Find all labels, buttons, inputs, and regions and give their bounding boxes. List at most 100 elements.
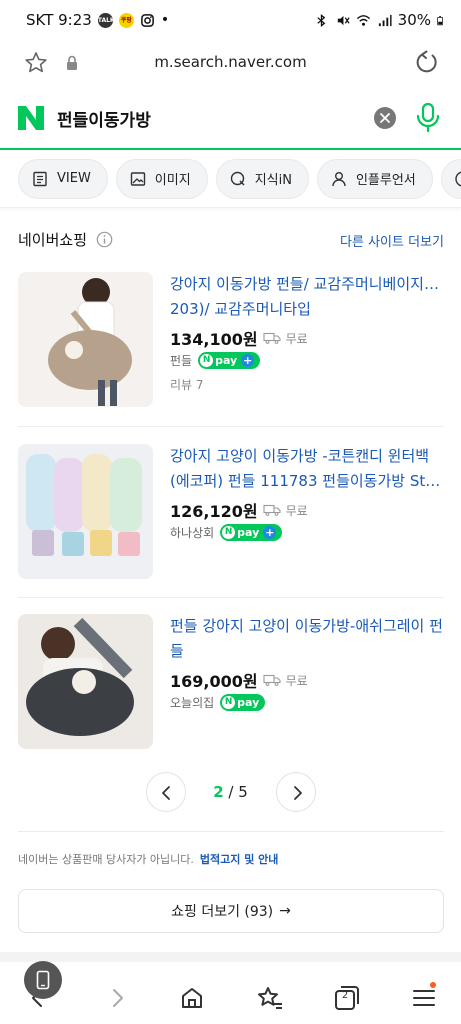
product-item[interactable]: 강아지 고양이 이동가방 -코튼캔디 윈터백 (에코퍼) 펀들 111783 펀… <box>18 444 444 584</box>
voice-search-mic-icon[interactable] <box>414 102 442 134</box>
review-count[interactable]: 리뷰 7 <box>170 376 204 393</box>
instagram-icon <box>140 13 154 27</box>
seller-name[interactable]: 오늘의집 <box>170 694 214 711</box>
npay-badge: N pay + <box>198 352 261 369</box>
naver-logo[interactable] <box>16 104 46 132</box>
seller-row: 펀들 N pay + <box>170 352 261 369</box>
product-title-line: 강아지 이동가방 펀들/ 교감주머니베이지(FC <box>170 275 444 293</box>
tabs-button[interactable]: 2 <box>333 984 361 1012</box>
status-bar: SKT 9:23 TALK 쿠팡 • 30% <box>0 0 461 40</box>
product-title-line: 들 <box>170 642 184 660</box>
search-bar: 펀들이동가방 <box>0 86 461 150</box>
forward-icon[interactable] <box>103 984 131 1012</box>
info-icon[interactable] <box>96 231 113 248</box>
tab-label: 이미지 <box>154 173 191 188</box>
seller-row: 하나상회 N pay + <box>170 524 283 541</box>
document-icon <box>33 171 47 186</box>
product-photo-sling-bag-beige <box>18 272 153 407</box>
product-price: 169,000원 <box>170 672 258 691</box>
url-bar: m.search.naver.com <box>0 40 461 86</box>
npay-plus-icon: + <box>263 526 277 539</box>
coupang-notification-icon: 쿠팡 <box>118 12 134 28</box>
play-icon <box>455 171 461 186</box>
product-title-line: 강아지 고양이 이동가방 -코튼캔디 윈터백 <box>170 447 430 465</box>
tab-label: 지식iN <box>254 173 292 188</box>
product-thumbnail[interactable] <box>18 614 153 749</box>
price-row: 134,100원 무료 <box>170 326 308 350</box>
tab-kin[interactable]: 지식iN <box>215 158 309 199</box>
shopping-disclaimer: 네이버는 상품판매 당사자가 아닙니다. 법적고지 및 안내 <box>18 851 278 867</box>
tab-view[interactable]: VIEW <box>18 158 108 199</box>
bookmarks-star-icon[interactable] <box>256 984 284 1012</box>
pagination: 2 / 5 <box>0 772 461 814</box>
tab-influencer[interactable]: 인플루언서 <box>316 158 433 199</box>
seller-name[interactable]: 하나상회 <box>170 524 214 541</box>
q-icon <box>230 171 245 186</box>
shopping-more-label: 쇼핑 더보기 (93) <box>171 904 274 920</box>
more-notifications-dot: • <box>160 12 170 28</box>
product-title[interactable]: 펀들 강아지 고양이 이동가방-애쉬그레이 펀 들 <box>170 614 444 664</box>
page-indicator: 2 / 5 <box>0 783 461 801</box>
npay-badge: N pay + <box>220 524 283 541</box>
phone-icon <box>36 970 50 990</box>
notification-dot <box>430 982 436 988</box>
wifi-icon <box>356 14 370 26</box>
npay-n-icon: N <box>222 526 236 539</box>
product-thumbnail[interactable] <box>18 272 153 407</box>
product-photo-cotton-candy-bags <box>18 444 153 579</box>
free-shipping-label: 무료 <box>285 503 308 518</box>
reload-icon[interactable] <box>413 49 441 77</box>
tab-label: 인플루언서 <box>355 173 416 188</box>
npay-label: pay <box>237 696 260 709</box>
disclaimer-text: 네이버는 상품판매 당사자가 아닙니다. <box>18 853 194 866</box>
product-title[interactable]: 강아지 이동가방 펀들/ 교감주머니베이지(FC 203)/ 교감주머니타입 <box>170 272 444 322</box>
more-sites-link[interactable]: 다른 사이트 더보기 <box>340 231 444 250</box>
search-tabs: VIEW 이미지 지식iN 인플루언서 동영 <box>0 150 461 208</box>
total-pages: 5 <box>238 783 248 801</box>
seller-row: 오늘의집 N pay <box>170 694 266 711</box>
browser-bottom-nav: 2 <box>0 962 461 1024</box>
carrier-time: SKT 9:23 <box>26 11 92 29</box>
home-icon[interactable] <box>178 984 206 1012</box>
product-item[interactable]: 펀들 강아지 고양이 이동가방-애쉬그레이 펀 들 169,000원 무료 오늘… <box>18 614 444 754</box>
product-price: 126,120원 <box>170 502 258 521</box>
npay-label: pay <box>215 354 238 367</box>
section-divider <box>18 831 444 832</box>
status-right: 30% <box>314 11 447 29</box>
tab-video[interactable]: 동영 <box>440 158 461 199</box>
product-title[interactable]: 강아지 고양이 이동가방 -코튼캔디 윈터백 (에코퍼) 펀들 111783 펀… <box>170 444 444 494</box>
npay-label: pay <box>237 526 260 539</box>
seller-name[interactable]: 펀들 <box>170 352 192 369</box>
free-shipping-label: 무료 <box>285 673 308 688</box>
price-row: 169,000원 무료 <box>170 668 308 692</box>
shopping-more-button[interactable]: 쇼핑 더보기 (93) → <box>18 889 444 933</box>
tab-image[interactable]: 이미지 <box>115 158 208 199</box>
delivery-truck-icon <box>263 674 281 686</box>
page: SKT 9:23 TALK 쿠팡 • 30% m.search.naver.co… <box>0 0 461 1024</box>
delivery-truck-icon <box>263 504 281 516</box>
product-divider <box>18 426 444 427</box>
battery-icon <box>437 15 443 25</box>
npay-badge: N pay <box>220 694 266 711</box>
legal-notice-link[interactable]: 법적고지 및 안내 <box>200 851 279 867</box>
image-icon <box>130 171 145 186</box>
product-item[interactable]: 강아지 이동가방 펀들/ 교감주머니베이지(FC 203)/ 교감주머니타입 1… <box>18 272 444 412</box>
next-page-button[interactable] <box>276 772 316 812</box>
clear-search-button[interactable] <box>374 107 396 129</box>
mobile-view-toggle-button[interactable] <box>24 961 62 999</box>
status-left: SKT 9:23 TALK 쿠팡 • <box>26 11 169 29</box>
free-shipping-label: 무료 <box>285 331 308 346</box>
product-title-line: 펀들 강아지 고양이 이동가방-애쉬그레이 펀 <box>170 617 443 635</box>
bluetooth-icon <box>316 13 325 27</box>
url-address[interactable]: m.search.naver.com <box>0 53 461 71</box>
search-input[interactable]: 펀들이동가방 <box>57 106 151 131</box>
section-gap <box>0 952 461 962</box>
chevron-right-icon <box>294 786 302 800</box>
npay-n-icon: N <box>222 696 236 709</box>
product-thumbnail[interactable] <box>18 444 153 579</box>
page-separator: / <box>228 783 234 801</box>
price-row: 126,120원 무료 <box>170 498 308 522</box>
shopping-section-header: 네이버쇼핑 다른 사이트 더보기 <box>18 228 444 252</box>
mute-icon <box>337 15 350 25</box>
menu-button[interactable] <box>410 982 438 1012</box>
